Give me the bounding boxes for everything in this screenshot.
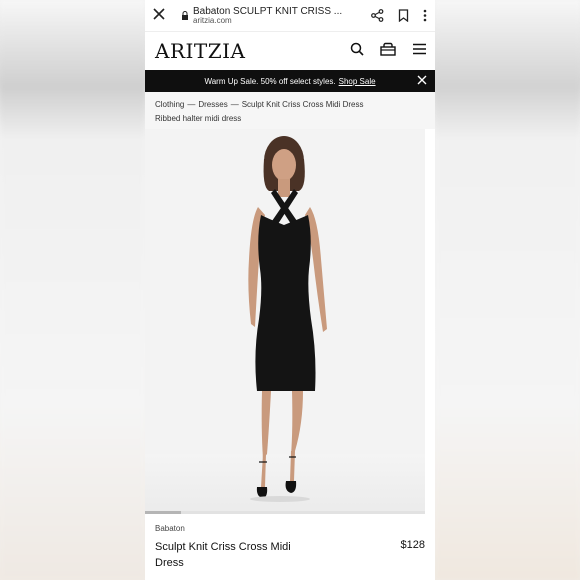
close-icon[interactable] [153,7,173,25]
breadcrumb-separator: — [230,100,239,109]
browser-bar: Babaton SCULPT KNIT CRISS ... aritzia.co… [145,0,435,32]
promo-text: Warm Up Sale. 50% off select styles. [204,76,336,86]
breadcrumb-item-dresses[interactable]: Dresses [198,100,227,109]
product-info: Babaton Sculpt Knit Criss Cross Midi Dre… [145,514,435,571]
product-brand[interactable]: Babaton [155,524,425,533]
url-domain: aritzia.com [193,15,232,25]
site-header: ARITZIA [145,32,435,70]
product-subtitle: Ribbed halter midi dress [145,109,435,129]
url-block[interactable]: Babaton SCULPT KNIT CRISS ... aritzia.co… [181,6,371,26]
next-image-peek[interactable] [425,129,435,514]
phone-screen: Babaton SCULPT KNIT CRISS ... aritzia.co… [145,0,435,580]
lock-icon [181,7,189,21]
model-illustration [248,136,327,502]
product-name: Sculpt Knit Criss Cross Midi Dress [155,541,291,569]
image-carousel-progress-fill [145,511,182,514]
bookmark-icon[interactable] [398,9,409,22]
breadcrumb-separator: — [187,100,196,109]
breadcrumb-item-clothing[interactable]: Clothing [155,100,184,109]
bag-icon[interactable] [380,42,396,61]
menu-icon[interactable] [412,42,427,60]
blurred-backdrop-left [0,0,145,580]
shop-sale-link[interactable]: Shop Sale [339,77,376,86]
product-image[interactable] [145,129,435,514]
breadcrumb: Clothing — Dresses — Sculpt Knit Criss C… [145,92,435,109]
product-price: $128 [400,539,425,551]
breadcrumb-item-current: Sculpt Knit Criss Cross Midi Dress [241,100,364,109]
search-icon[interactable] [350,42,364,61]
image-carousel-progress [145,511,425,514]
site-logo[interactable]: ARITZIA [155,39,245,63]
more-vert-icon[interactable] [423,9,427,22]
tab-title: Babaton SCULPT KNIT CRISS ... [193,5,343,17]
promo-banner: Warm Up Sale. 50% off select styles. Sho… [145,70,435,92]
blurred-backdrop-right [435,0,580,580]
share-icon[interactable] [371,9,384,22]
promo-close-icon[interactable] [417,75,427,87]
